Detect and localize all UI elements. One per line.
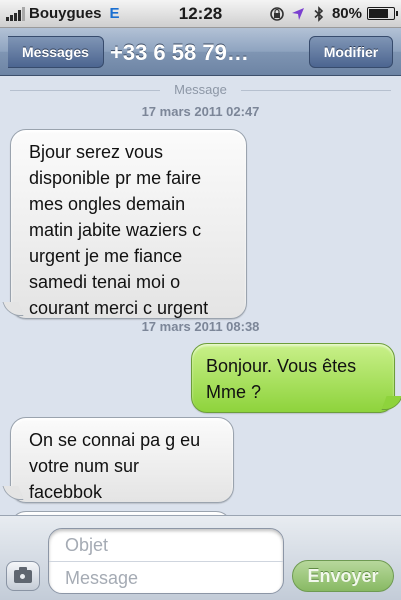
- message-line: courant merci c urgent: [29, 298, 209, 318]
- bubble-tail: [381, 396, 401, 410]
- message-line: votre num sur: [29, 456, 140, 476]
- message-line: urgent je me fiance: [29, 246, 183, 266]
- bluetooth-icon: [314, 5, 324, 22]
- message-line: mes ongles demain: [29, 194, 186, 214]
- outgoing-message-bubble[interactable]: Bonjour. Vous êtes Mme ?: [191, 343, 401, 413]
- message-line: facebbok: [29, 482, 103, 502]
- message-line: On se connai pa g eu: [29, 430, 201, 450]
- bubble-tail: [2, 302, 24, 316]
- message-line: Mme ?: [206, 382, 262, 402]
- rotation-lock-icon: [270, 6, 284, 21]
- status-right: 80%: [269, 5, 398, 22]
- message-line: disponible pr me faire: [29, 168, 202, 188]
- message-line: matin jabite waziers c: [29, 220, 202, 240]
- message-line: samedi tenai moi o: [29, 272, 181, 292]
- send-button[interactable]: Envoyer: [292, 560, 394, 592]
- battery-percent: 80%: [331, 5, 362, 22]
- message-input[interactable]: Message: [49, 562, 283, 595]
- incoming-message-bubble[interactable]: On se connai pa g eu votre num sur faceb…: [2, 417, 234, 503]
- subject-input[interactable]: Objet: [49, 529, 283, 562]
- conversation-title: +33 6 58 79…: [110, 40, 249, 65]
- message-thread[interactable]: Message 17 mars 2011 02:47 Bjour serez v…: [0, 77, 401, 515]
- camera-icon: [14, 570, 32, 583]
- camera-button[interactable]: [6, 561, 40, 591]
- bubble-tail: [2, 486, 24, 500]
- camera-lens: [18, 572, 27, 581]
- timestamp: 17 mars 2011 08:38: [141, 319, 260, 334]
- timestamp: 17 mars 2011 02:47: [141, 104, 260, 119]
- status-bar: Bouygues E 12:28 80%: [0, 0, 401, 28]
- compose-fields: Objet Message: [48, 528, 284, 594]
- back-to-messages-button[interactable]: Messages: [8, 36, 104, 68]
- navigation-bar: Messages +33 6 58 79… Modifier: [0, 28, 401, 76]
- separator-line-right: [241, 90, 391, 91]
- location-arrow-icon: [291, 7, 304, 20]
- message-line: Bonjour. Vous êtes: [206, 356, 357, 376]
- edit-button[interactable]: Modifier: [309, 36, 393, 68]
- back-button-label: Messages: [22, 44, 89, 60]
- incoming-message-bubble[interactable]: Bjour serez vous disponible pr me faire …: [2, 129, 247, 319]
- message-line: Bjour serez vous: [29, 142, 164, 162]
- battery-icon: [367, 7, 398, 20]
- compose-bar: Objet Message Envoyer: [0, 515, 401, 600]
